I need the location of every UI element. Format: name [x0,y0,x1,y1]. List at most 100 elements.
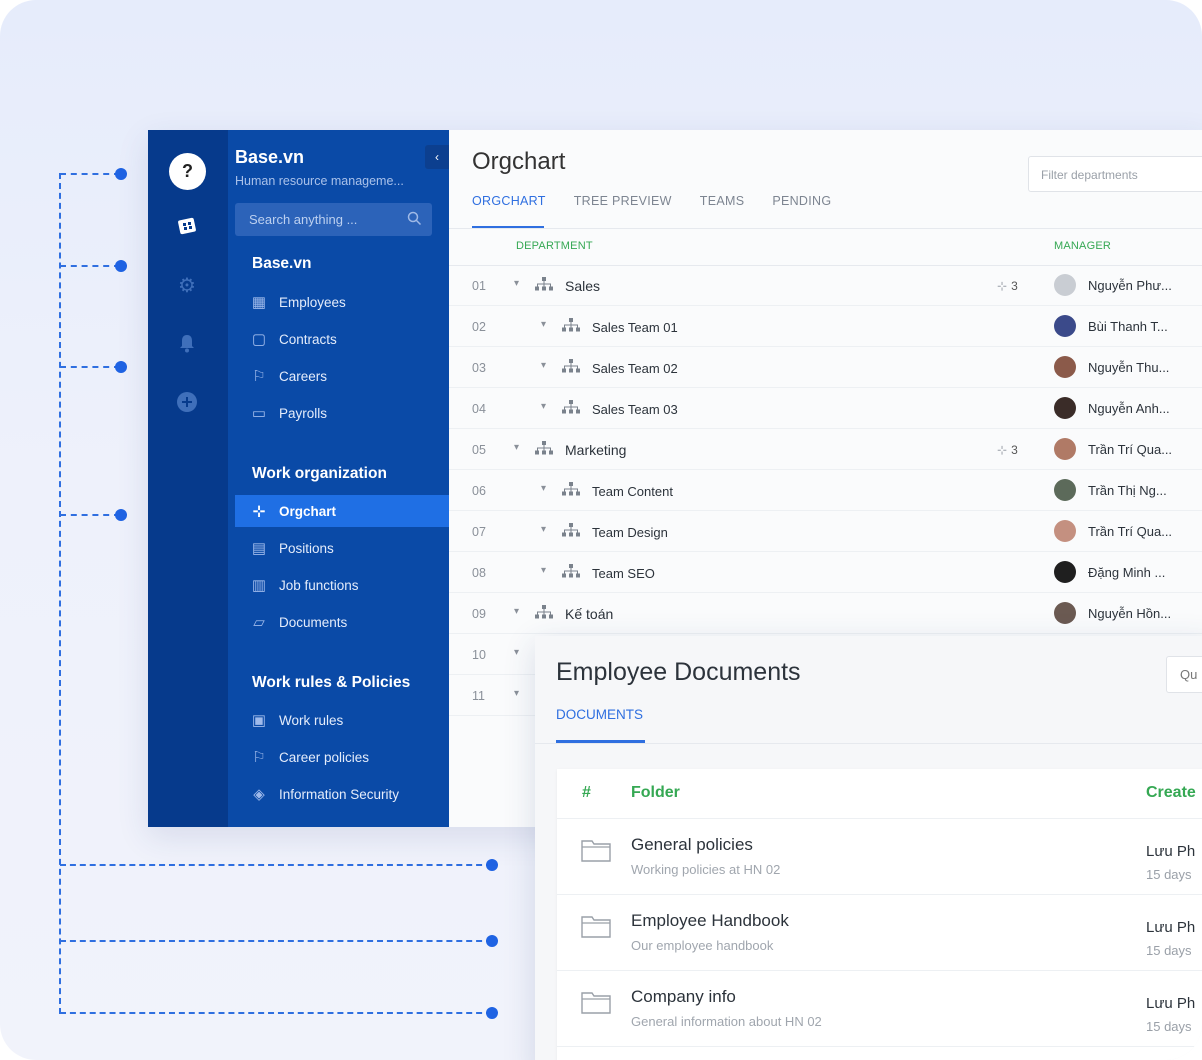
shield-icon: ◈ [253,786,265,803]
search-input[interactable]: Search anything ... [235,203,432,236]
avatar[interactable] [1054,397,1076,419]
chevron-down-icon[interactable]: ▾ [541,565,546,576]
row-number: 03 [472,361,486,375]
team-count-value: 3 [1011,279,1018,293]
orgchart-icon [562,318,580,335]
table-row[interactable]: 03 ▾ Sales Team 02 Nguyễn Thu... [449,348,1202,388]
sidebar-item-career-policies[interactable]: ⚐ Career policies [235,741,449,773]
sidebar-item-label: Orgchart [279,503,337,519]
chevron-down-icon[interactable]: ▾ [514,606,519,617]
table-row[interactable]: 09 ▾ Kế toán Nguyễn Hồn... [449,594,1202,634]
folder-description: General information about HN 02 [631,1014,822,1029]
chevron-down-icon[interactable]: ▾ [541,401,546,412]
manager-name: Đặng Minh ... [1088,565,1166,580]
sidebar-item-job-functions[interactable]: ▥ Job functions [235,569,449,601]
avatar[interactable] [1054,438,1076,460]
avatar[interactable] [1054,561,1076,583]
department-name: Marketing [565,442,627,458]
settings-gear-icon[interactable]: ⚙ [175,273,199,297]
sidebar-item-information-security[interactable]: ◈ Information Security [235,778,449,810]
orgchart-icon [535,441,553,458]
chevron-down-icon[interactable]: ▾ [514,442,519,453]
collapse-sidebar-button[interactable]: ‹ [425,145,449,169]
column-header-manager: MANAGER [1054,240,1112,252]
contract-icon: ▢ [251,331,267,348]
table-row[interactable]: 01 ▾ Sales ⊹ 3 Nguyễn Phư... [449,266,1202,306]
department-name: Sales Team 01 [592,320,678,335]
manager-name: Nguyễn Phư... [1088,278,1172,293]
table-row[interactable]: 02 ▾ Sales Team 01 Bùi Thanh T... [449,307,1202,347]
avatar[interactable] [1054,356,1076,378]
avatar[interactable] [1054,274,1076,296]
row-number: 07 [472,525,486,539]
chevron-down-icon[interactable]: ▾ [514,688,519,699]
sidebar-item-orgchart[interactable]: ⊹ Orgchart [235,495,449,527]
connector-line-5 [60,864,492,866]
avatar[interactable] [1054,479,1076,501]
table-row[interactable]: 07 ▾ Team Design Trần Trí Qua... [449,512,1202,552]
tab-documents[interactable]: DOCUMENTS [556,707,643,722]
chevron-down-icon[interactable]: ▾ [514,647,519,658]
manager-name: Nguyễn Hồn... [1088,606,1172,621]
table-row[interactable]: 06 ▾ Team Content Trần Thị Ng... [449,471,1202,511]
sidebar-item-label: Careers [279,368,328,384]
connector-line-vertical [59,173,61,1014]
tab-tree-preview[interactable]: TREE PREVIEW [574,194,672,224]
connector-dot-5 [486,859,498,871]
department-name: Kế toán [565,606,614,622]
table-row[interactable]: Company info General information about H… [557,971,1202,1047]
sidebar-item-employees[interactable]: ▦ Employees [235,286,449,318]
row-number: 04 [472,402,486,416]
section-title-work-rules: Work rules & Policies [252,674,411,691]
tab-pending[interactable]: PENDING [772,194,831,224]
table-row[interactable]: 05 ▾ Marketing ⊹ 3 Trần Trí Qua... [449,430,1202,470]
manager-name: Nguyễn Anh... [1088,401,1170,416]
briefcase-icon: ▤ [251,540,267,557]
clipboard-icon: ▣ [251,712,267,729]
row-number: 10 [472,648,486,662]
brand-subtitle: Human resource manageme... [235,174,404,188]
manager-name: Trần Trí Qua... [1088,442,1173,457]
chevron-down-icon[interactable]: ▾ [541,483,546,494]
chevron-down-icon[interactable]: ▾ [514,278,519,289]
folder-name: Company info [631,987,736,1006]
table-row[interactable]: 08 ▾ Team SEO Đặng Minh ... [449,553,1202,593]
table-row[interactable]: General policies Working policies at HN … [557,819,1202,895]
tab-orgchart[interactable]: ORGCHART [472,194,546,224]
chevron-down-icon[interactable]: ▾ [541,360,546,371]
connector-line-4 [60,514,120,516]
folder-icon [581,838,611,862]
filter-placeholder: Filter departments [1041,168,1138,182]
avatar[interactable] [1054,520,1076,542]
sidebar-item-label: Work rules [279,712,344,728]
table-row[interactable]: Employee Handbook Our employee handbook … [557,895,1202,971]
folder-name: General policies [631,835,753,854]
sidebar-item-work-rules[interactable]: ▣ Work rules [235,704,449,736]
created-by: Lưu Ph [1146,843,1196,860]
sidebar-item-positions[interactable]: ▤ Positions [235,532,449,564]
row-number: 01 [472,279,486,293]
sidebar-item-contracts[interactable]: ▢ Contracts [235,323,449,355]
employee-documents-panel: Employee Documents Qu DOCUMENTS # Folder… [535,636,1202,1060]
department-name: Sales Team 02 [592,361,678,376]
filter-departments-input[interactable]: Filter departments [1028,156,1202,192]
sidebar-item-payrolls[interactable]: ▭ Payrolls [235,397,449,429]
avatar[interactable] [1054,315,1076,337]
sidebar-item-careers[interactable]: ⚐ Careers [235,360,449,392]
add-circle-icon[interactable] [175,390,199,414]
notification-bell-icon[interactable] [175,331,199,355]
table-row[interactable]: 04 ▾ Sales Team 03 Nguyễn Anh... [449,389,1202,429]
apps-icon[interactable] [175,214,199,238]
tab-teams[interactable]: TEAMS [700,194,745,224]
created-by: Lưu Ph [1146,919,1196,936]
chevron-down-icon[interactable]: ▾ [541,319,546,330]
user-avatar[interactable]: ? [169,153,206,190]
chevron-down-icon[interactable]: ▾ [541,524,546,535]
sidebar: Base.vn Human resource manageme... ‹ Sea… [228,130,449,827]
avatar[interactable] [1054,602,1076,624]
documents-action-button[interactable]: Qu [1166,656,1202,693]
connector-dot-2 [115,260,127,272]
department-name: Team SEO [592,566,655,581]
sidebar-item-documents[interactable]: ▱ Documents [235,606,449,638]
connector-dot-3 [115,361,127,373]
